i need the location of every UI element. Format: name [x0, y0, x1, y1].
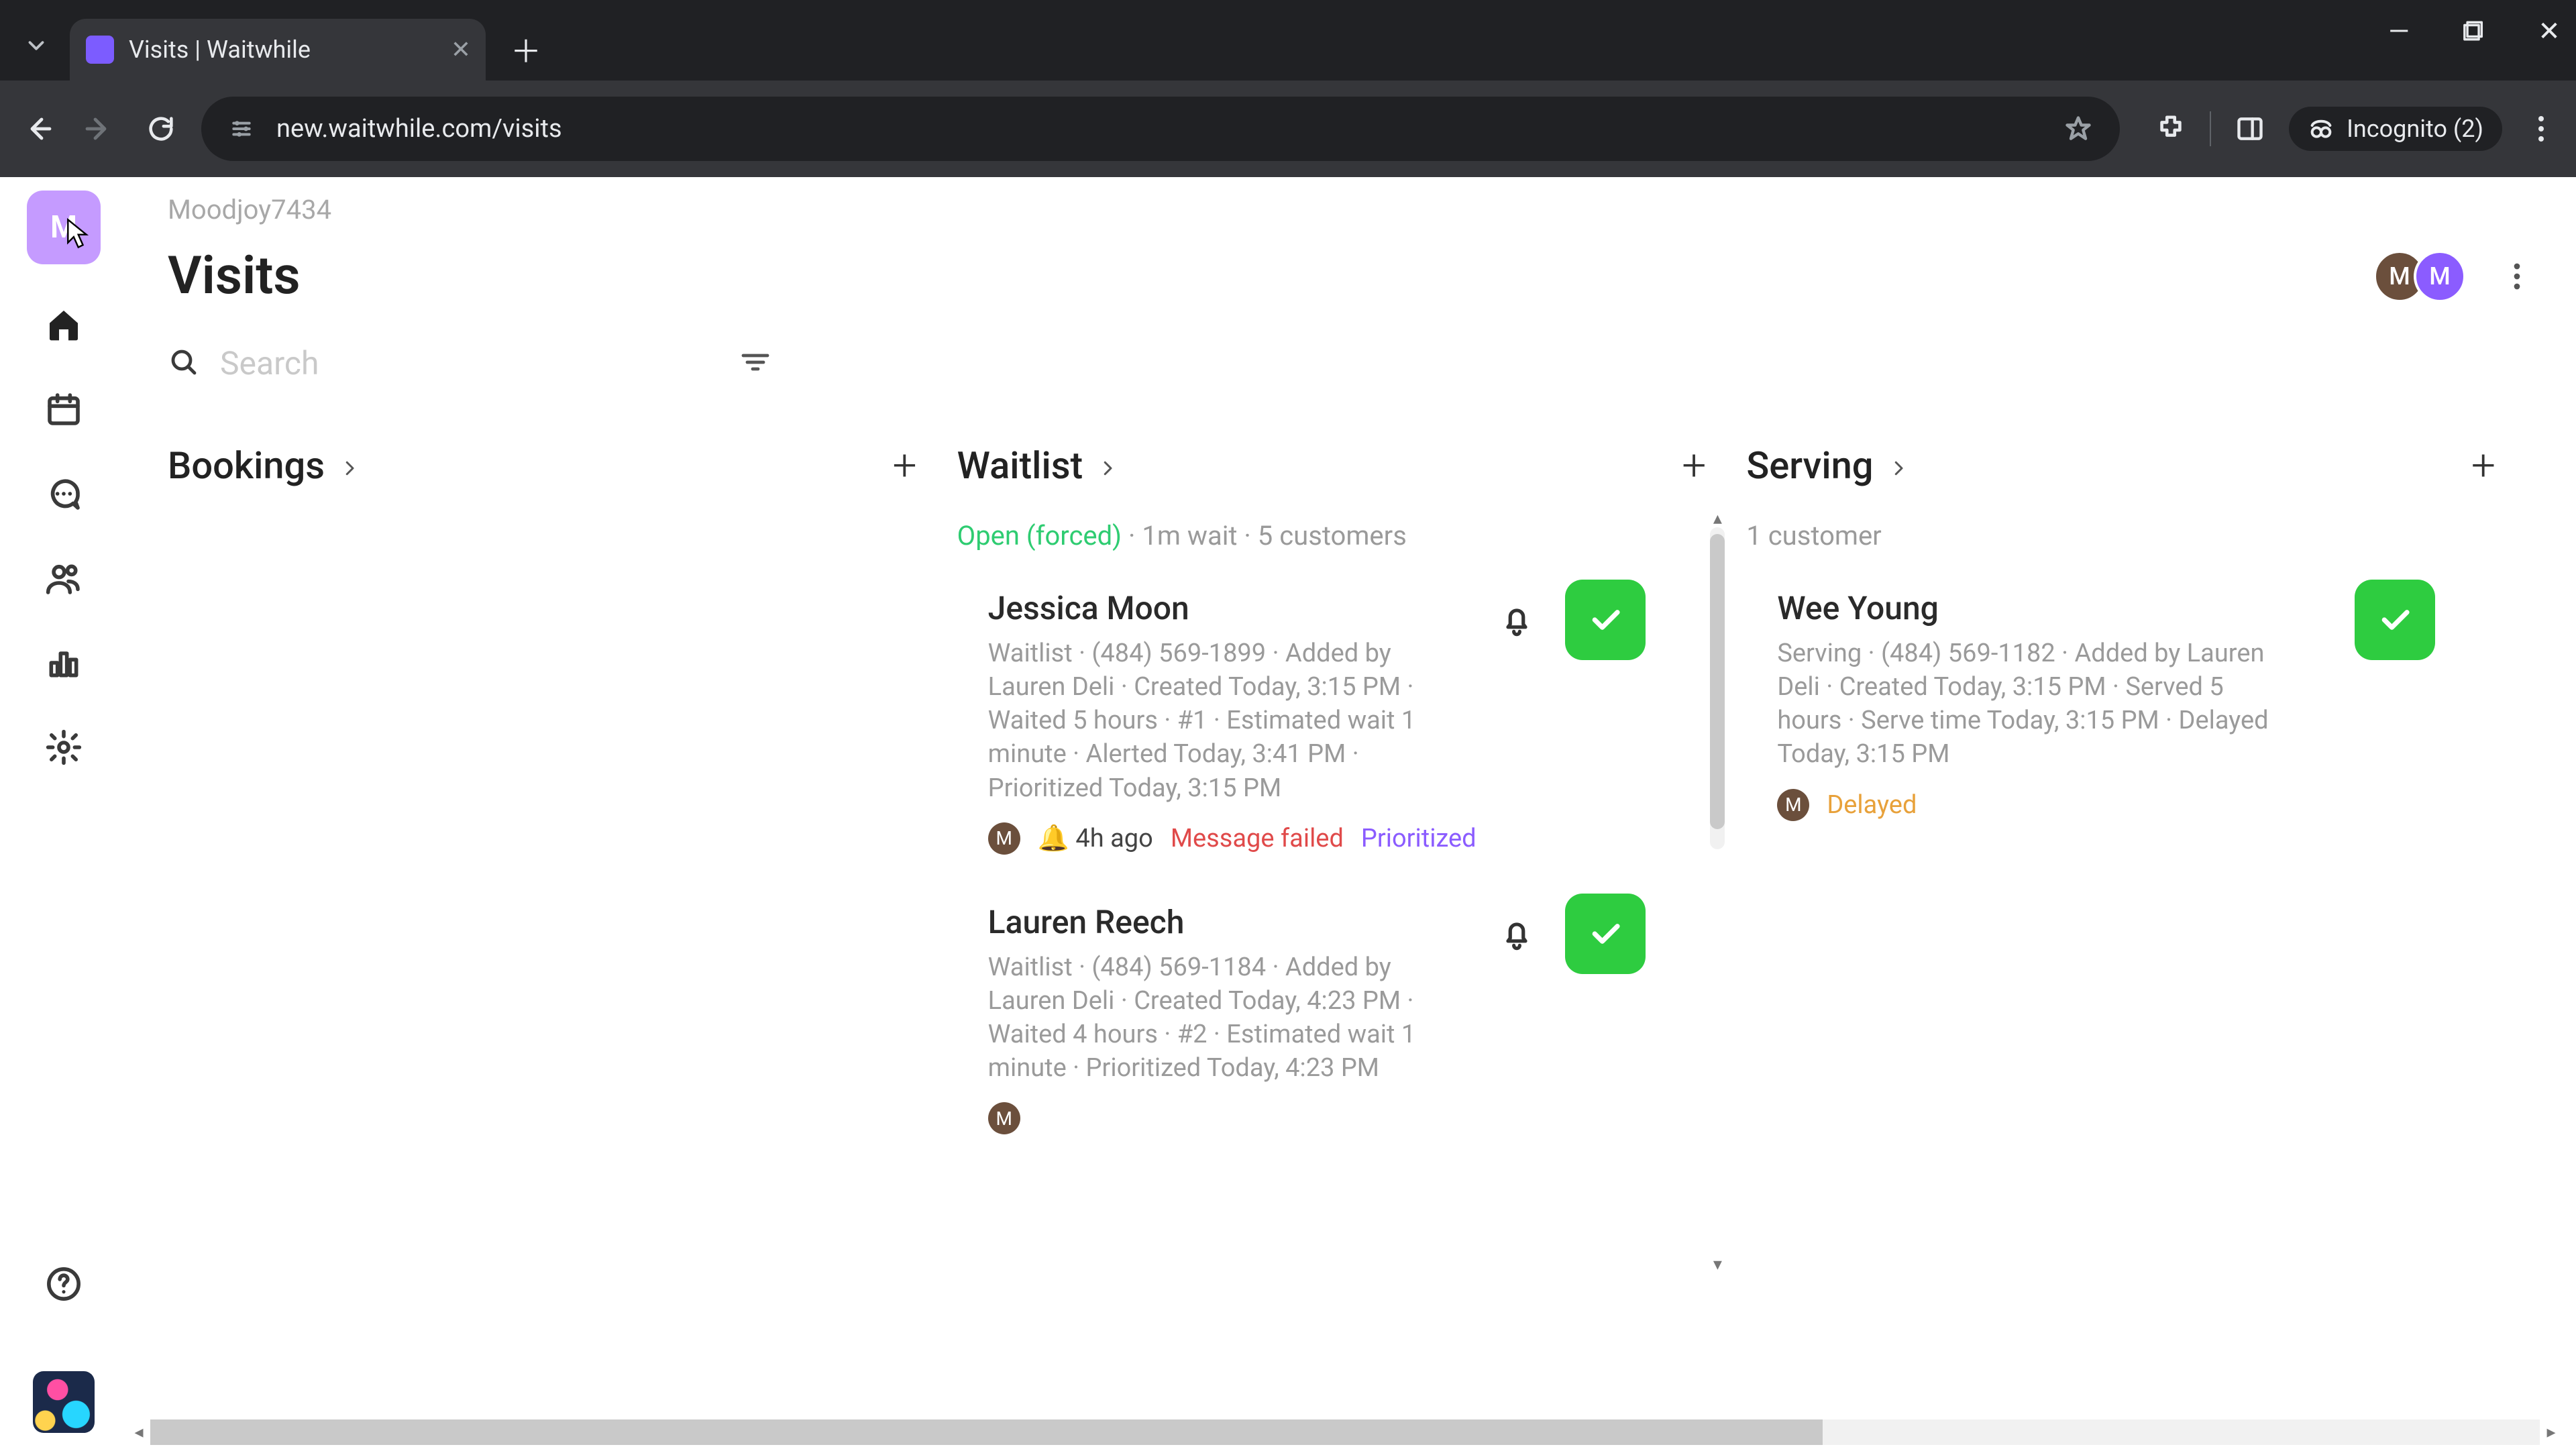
tab-favicon — [86, 36, 114, 64]
nav-home[interactable] — [40, 301, 88, 349]
presence-avatar: M — [2414, 250, 2466, 303]
chevron-right-icon — [339, 443, 360, 488]
column-title-waitlist[interactable]: Waitlist — [957, 443, 1118, 488]
customer-meta: Waitlist · (484) 569-1899 · Added by Lau… — [988, 637, 1431, 805]
chevron-right-icon — [1097, 443, 1118, 488]
serve-button[interactable] — [1565, 580, 1646, 660]
nav-calendar[interactable] — [40, 385, 88, 433]
tab-title: Visits | Waitwhile — [129, 36, 311, 64]
assignee-badge: M — [1777, 789, 1809, 821]
extensions-icon[interactable] — [2152, 110, 2190, 148]
page-menu-button[interactable] — [2498, 258, 2536, 295]
complete-button[interactable] — [2355, 580, 2435, 660]
nav-settings[interactable] — [40, 723, 88, 771]
incognito-label: Incognito (2) — [2347, 115, 2483, 143]
url-text: new.waitwhile.com/visits — [276, 114, 2042, 144]
hscroll-right-icon[interactable]: ▸ — [2540, 1422, 2563, 1442]
tab-search-dropdown[interactable] — [8, 17, 64, 74]
chevron-right-icon — [1888, 443, 1909, 488]
tab-close-icon[interactable]: ✕ — [451, 36, 471, 64]
customer-meta: Serving · (484) 569-1182 · Added by Laur… — [1777, 637, 2287, 771]
breadcrumb[interactable]: Moodjoy7434 — [168, 189, 2536, 229]
new-tab-button[interactable]: ＋ — [506, 30, 546, 70]
window-maximize-icon[interactable] — [2455, 12, 2493, 50]
waitlist-card[interactable]: Jessica Moon Waitlist · (484) 569-1899 ·… — [957, 574, 1700, 888]
user-avatar[interactable] — [33, 1371, 95, 1433]
nav-customers[interactable] — [40, 554, 88, 602]
nav-messages[interactable] — [40, 470, 88, 518]
scroll-down-icon[interactable]: ▾ — [1709, 1256, 1726, 1273]
serve-button[interactable] — [1565, 894, 1646, 974]
hscroll-left-icon[interactable]: ◂ — [127, 1422, 150, 1442]
hscroll-thumb[interactable] — [150, 1419, 1823, 1445]
sidepanel-icon[interactable] — [2231, 110, 2269, 148]
search-input[interactable] — [220, 344, 719, 382]
assignee-badge: M — [988, 1102, 1020, 1134]
alert-button[interactable] — [1491, 594, 1542, 645]
column-title-bookings[interactable]: Bookings — [168, 443, 360, 488]
address-bar[interactable]: new.waitwhile.com/visits — [201, 97, 2120, 161]
customer-meta: Waitlist · (484) 569-1184 · Added by Lau… — [988, 951, 1431, 1085]
message-failed-tag: Message failed — [1171, 824, 1344, 853]
bookmark-star-icon[interactable] — [2061, 111, 2096, 146]
assignee-badge: M — [988, 822, 1020, 855]
add-booking-button[interactable]: + — [893, 440, 917, 490]
alert-time-tag: 🔔 4h ago — [1038, 824, 1153, 853]
site-settings-icon[interactable] — [225, 113, 258, 145]
column-title-serving[interactable]: Serving — [1746, 443, 1908, 488]
prioritized-tag: Prioritized — [1361, 824, 1477, 853]
nav-analytics[interactable] — [40, 639, 88, 687]
serving-status: 1 customer — [1746, 520, 2536, 551]
window-close-icon[interactable]: ✕ — [2530, 12, 2568, 50]
alert-button[interactable] — [1491, 908, 1542, 959]
serving-card[interactable]: Wee Young Serving · (484) 569-1182 · Add… — [1746, 574, 2489, 855]
browser-tab[interactable]: Visits | Waitwhile ✕ — [70, 19, 486, 80]
nav-reload-button[interactable] — [140, 107, 182, 150]
chrome-menu-icon[interactable] — [2522, 110, 2560, 148]
window-minimize-icon[interactable]: ― — [2380, 12, 2418, 50]
hscroll-track — [150, 1419, 2540, 1445]
cursor-icon — [64, 217, 90, 250]
incognito-chip[interactable]: Incognito (2) — [2289, 107, 2502, 151]
org-switcher[interactable]: M — [27, 191, 101, 264]
scroll-up-icon[interactable]: ▴ — [1709, 510, 1726, 527]
add-serving-button[interactable]: + — [2471, 440, 2496, 490]
presence-avatars[interactable]: M M — [2385, 250, 2466, 303]
filter-icon[interactable] — [739, 346, 771, 381]
page-title: Visits — [168, 246, 301, 307]
search-icon — [168, 346, 200, 381]
waitlist-status: Open (forced) · 1m wait · 5 customers — [957, 520, 1747, 551]
nav-help[interactable] — [40, 1260, 88, 1308]
delayed-tag: Delayed — [1827, 790, 1917, 820]
nav-forward-button[interactable] — [78, 107, 121, 150]
nav-back-button[interactable] — [16, 107, 59, 150]
add-waitlist-button[interactable]: + — [1682, 440, 1706, 490]
toolbar-divider — [2210, 111, 2211, 146]
waitlist-card[interactable]: Lauren Reech Waitlist · (484) 569-1184 ·… — [957, 888, 1700, 1169]
